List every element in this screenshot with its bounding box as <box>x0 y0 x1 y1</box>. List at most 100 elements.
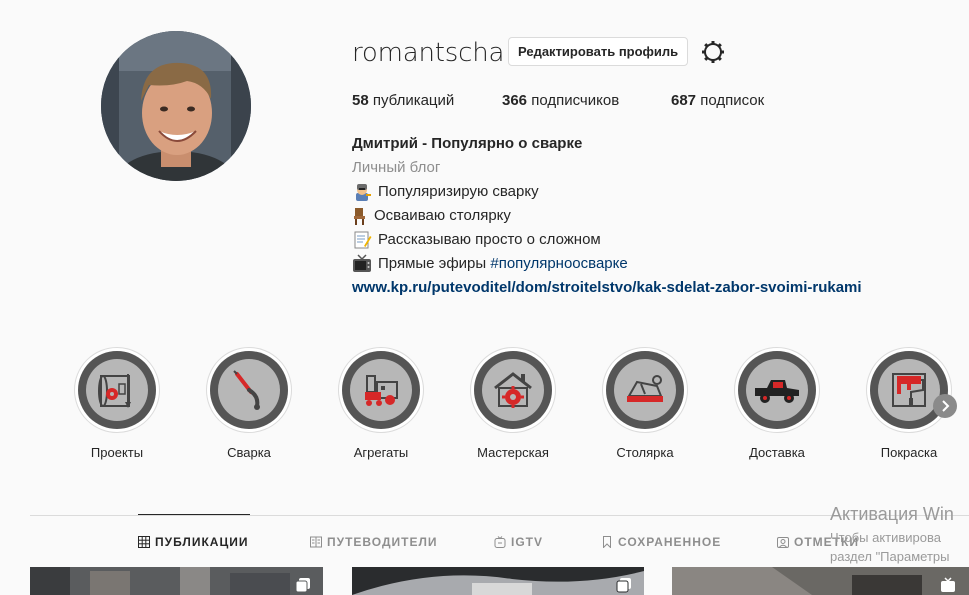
highlight-ring <box>74 347 160 433</box>
tab-posts[interactable]: ПУБЛИКАЦИИ <box>138 535 248 549</box>
highlight-frame <box>210 351 288 429</box>
highlight-label: Агрегаты <box>353 445 409 460</box>
highlight-ring <box>470 347 556 433</box>
highlight-welding[interactable]: Сварка <box>199 347 299 460</box>
highlight-ring <box>602 347 688 433</box>
profile-avatar[interactable] <box>101 31 251 181</box>
highlight-label: Сварка <box>227 445 271 460</box>
highlight-cover <box>86 359 148 421</box>
highlight-delivery[interactable]: Доставка <box>727 347 827 460</box>
bio-line-text: Популяризирую сварку <box>378 183 539 200</box>
profile-bio: Дмитрий - Популярно о сварке Личный блог… <box>352 132 862 300</box>
highlight-cover <box>482 359 544 421</box>
post-thumbnail[interactable] <box>30 567 323 595</box>
profile-website-link[interactable]: www.kp.ru/putevoditel/dom/stroitelstvo/k… <box>352 276 862 300</box>
workshop-gear-icon <box>494 372 532 408</box>
bio-line-text: Осваиваю столярку <box>374 207 511 224</box>
carousel-icon <box>616 578 631 593</box>
following-count-label: подписок <box>700 92 765 109</box>
bio-line: Популяризирую сварку <box>352 180 862 204</box>
highlight-carpentry[interactable]: Столярка <box>595 347 695 460</box>
highlight-frame <box>738 351 816 429</box>
highlight-cover <box>878 359 940 421</box>
bio-line: Прямые эфиры #популярноосварке <box>352 252 862 276</box>
following-count-value: 687 <box>671 92 697 109</box>
highlight-cover <box>350 359 412 421</box>
paint-roller-icon <box>892 373 926 407</box>
highlight-ring <box>338 347 424 433</box>
truck-icon <box>755 380 799 403</box>
profile-category: Личный блог <box>352 159 441 176</box>
highlight-label: Проекты <box>90 445 144 460</box>
highlight-cover <box>614 359 676 421</box>
igtv-post-icon <box>941 577 955 592</box>
tv-icon <box>352 254 372 274</box>
highlight-label: Столярка <box>616 445 674 460</box>
highlight-frame <box>606 351 684 429</box>
profile-full-name: Дмитрий - Популярно о сварке <box>352 135 583 152</box>
posts-count-value: 58 <box>352 92 369 109</box>
posts-count[interactable]: 58 публикаций <box>352 92 454 109</box>
tab-guides[interactable]: ПУТЕВОДИТЕЛИ <box>310 535 438 549</box>
post-thumbnail[interactable] <box>672 567 969 595</box>
chair-icon <box>352 206 368 226</box>
bio-line-text: Прямые эфиры <box>378 255 487 272</box>
post-thumbnail[interactable] <box>352 567 644 595</box>
guide-icon <box>310 536 322 548</box>
windows-activation-watermark-text: Чтобы активирова <box>830 530 942 545</box>
machine-icon <box>365 375 398 406</box>
highlight-label: Покраска <box>880 445 938 460</box>
chevron-right-icon <box>942 400 950 412</box>
settings-gear-icon[interactable] <box>701 40 725 64</box>
highlight-workshop[interactable]: Мастерская <box>463 347 563 460</box>
followers-count-label: подписчиков <box>531 92 620 109</box>
instagram-profile-page: romantscha Редактировать профиль 58 публ… <box>0 0 969 595</box>
tabs-divider <box>30 515 969 516</box>
highlight-frame <box>870 351 948 429</box>
highlight-cover <box>218 359 280 421</box>
profile-username: romantscha <box>352 38 505 68</box>
highlight-label: Мастерская <box>477 445 549 460</box>
memo-icon <box>352 230 372 250</box>
welder-icon <box>352 182 372 202</box>
highlight-machines[interactable]: Агрегаты <box>331 347 431 460</box>
highlight-frame <box>78 351 156 429</box>
blueprint-icon <box>98 374 131 408</box>
edit-profile-button[interactable]: Редактировать профиль <box>508 37 689 66</box>
post-image <box>30 567 323 595</box>
posts-count-label: публикаций <box>372 92 455 109</box>
tab-label: ПУТЕВОДИТЕЛИ <box>327 535 438 549</box>
tab-label: ПУБЛИКАЦИИ <box>155 535 249 549</box>
highlights-next-button[interactable] <box>933 394 957 418</box>
post-image <box>352 567 644 595</box>
highlight-frame <box>342 351 420 429</box>
post-image <box>672 567 969 595</box>
tab-label: IGTV <box>511 535 544 549</box>
followers-count[interactable]: 366 подписчиков <box>502 92 619 109</box>
welding-torch-icon <box>233 370 260 410</box>
highlight-ring <box>206 347 292 433</box>
bio-hashtag-link[interactable]: #популярноосварке <box>490 252 627 276</box>
highlight-projects[interactable]: Проекты <box>67 347 167 460</box>
highlight-label: Доставка <box>749 445 805 460</box>
highlight-cover <box>746 359 808 421</box>
bio-line: Рассказываю просто о сложном <box>352 228 862 252</box>
windows-activation-watermark-text: раздел "Параметры <box>830 549 950 564</box>
windows-activation-watermark-title: Активация Win <box>830 504 954 524</box>
carousel-icon <box>295 578 310 593</box>
active-tab-indicator <box>138 514 250 515</box>
highlight-ring <box>734 347 820 433</box>
highlight-frame <box>474 351 552 429</box>
tab-igtv[interactable]: IGTV <box>494 535 543 549</box>
bio-line: Осваиваю столярку <box>352 204 862 228</box>
igtv-icon <box>494 536 506 548</box>
grid-icon <box>138 536 150 548</box>
followers-count-value: 366 <box>502 92 528 109</box>
following-count[interactable]: 687 подписок <box>671 92 764 109</box>
bio-line-text: Рассказываю просто о сложном <box>378 231 601 248</box>
tagged-icon <box>777 537 789 548</box>
highlight-ring <box>866 347 952 433</box>
wood-plane-icon <box>627 375 663 402</box>
tab-saved[interactable]: СОХРАНЕННОЕ <box>601 535 721 549</box>
tab-label: СОХРАНЕННОЕ <box>618 535 722 549</box>
